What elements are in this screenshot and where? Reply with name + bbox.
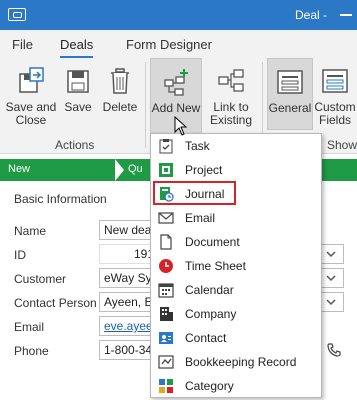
menu-item-task[interactable]: Task <box>151 134 321 158</box>
menu-item-company[interactable]: Company <box>151 302 321 326</box>
group-label-actions: Actions <box>55 138 95 152</box>
menu-item-label: Document <box>185 235 240 249</box>
chevron-down-icon <box>326 275 336 282</box>
menu-item-label: Contact <box>185 331 227 345</box>
bookkeeping-record-icon <box>158 355 174 369</box>
menu-item-label: Task <box>185 139 210 153</box>
add-new-icon <box>164 69 188 96</box>
chevron-down-icon <box>326 299 336 306</box>
ribbon-separator <box>145 62 146 148</box>
phone-label: Phone <box>14 344 49 358</box>
title-bar: Deal - <box>0 0 357 30</box>
menu-item-time-sheet[interactable]: Time Sheet <box>151 254 321 278</box>
save-and-close-button[interactable]: Save and Close <box>4 58 58 130</box>
contact-person-label: Contact Person <box>14 296 97 310</box>
save-label: Save <box>64 100 92 114</box>
email-label: Email <box>14 320 45 334</box>
menu-item-document[interactable]: Document <box>151 230 321 254</box>
category-icon <box>159 379 173 393</box>
section-basic-information: Basic Information <box>14 192 107 206</box>
app-icon <box>8 8 26 21</box>
save-and-close-icon <box>19 67 44 93</box>
time-sheet-icon <box>159 259 173 273</box>
link-to-existing-icon <box>218 69 244 92</box>
stage-quote[interactable]: Qu <box>128 163 143 175</box>
window-title: Deal - <box>295 8 328 22</box>
document-icon <box>160 234 172 250</box>
menu-item-category[interactable]: Category <box>151 374 321 398</box>
name-label: Name <box>14 224 47 238</box>
link-to-existing-label: Link to Existing <box>209 100 253 127</box>
id-label: ID <box>14 248 26 262</box>
save-icon <box>67 70 89 93</box>
menu-item-label: Email <box>185 211 216 225</box>
custom-fields-icon <box>322 69 348 93</box>
tab-deals[interactable]: Deals <box>60 37 94 58</box>
menu-item-label: Time Sheet <box>185 259 246 273</box>
customer-label: Customer <box>14 272 67 286</box>
custom-fields-label: Custom Fields <box>314 100 356 127</box>
menu-item-label: Calendar <box>185 283 234 297</box>
save-and-close-label: Save and Close <box>5 100 57 127</box>
phone-icon[interactable] <box>326 342 342 358</box>
general-form-icon <box>277 70 303 94</box>
minimize-icon[interactable] <box>340 14 352 16</box>
task-icon <box>159 139 173 154</box>
menu-item-project[interactable]: Project <box>151 158 321 182</box>
menu-item-contact[interactable]: Contact <box>151 326 321 350</box>
contact-icon <box>159 332 173 344</box>
custom-fields-button[interactable]: Custom Fields <box>313 58 357 130</box>
company-icon <box>160 307 173 321</box>
menu-item-email[interactable]: Email <box>151 206 321 230</box>
stage-arrow <box>115 159 124 181</box>
menu-item-label: Bookkeeping Record <box>185 355 297 369</box>
delete-button[interactable]: Delete <box>100 58 140 130</box>
email-icon <box>158 212 174 224</box>
add-new-label: Add New <box>151 101 201 115</box>
menu-item-label: Company <box>185 307 237 321</box>
add-new-menu: Task Project Journal Email Document Time… <box>150 133 322 398</box>
trash-icon <box>111 68 129 94</box>
general-label: General <box>268 101 312 115</box>
save-button[interactable]: Save <box>60 58 96 130</box>
delete-label: Delete <box>102 100 138 114</box>
link-to-existing-button[interactable]: Link to Existing <box>205 58 257 130</box>
general-button[interactable]: General <box>267 58 313 130</box>
tab-form-designer[interactable]: Form Designer <box>126 37 212 52</box>
stage-new[interactable]: New <box>8 163 30 175</box>
journal-highlight-box <box>153 181 236 205</box>
menu-item-label: Category <box>185 379 234 393</box>
mouse-cursor-icon <box>174 116 188 136</box>
ribbon-tabs: File Deals Form Designer <box>0 30 357 58</box>
project-icon <box>159 163 173 177</box>
menu-item-label: Project <box>185 163 223 177</box>
chevron-down-icon <box>326 251 336 258</box>
calendar-icon <box>158 283 174 298</box>
menu-item-bookkeeping-record[interactable]: Bookkeeping Record <box>151 350 321 374</box>
menu-item-calendar[interactable]: Calendar <box>151 278 321 302</box>
group-label-show: Show <box>327 138 357 152</box>
tab-file[interactable]: File <box>12 37 33 52</box>
